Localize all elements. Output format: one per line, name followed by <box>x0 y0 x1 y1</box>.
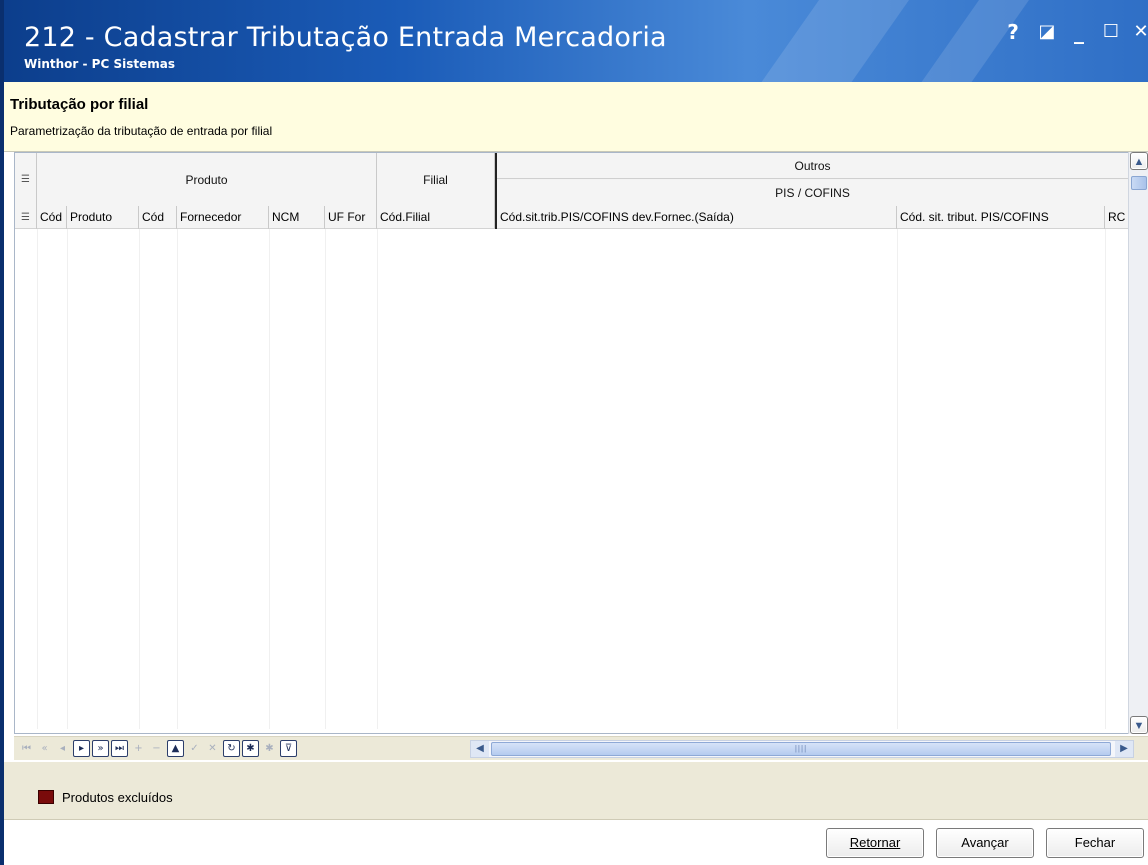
column-header-cst-pis-cofins-dev[interactable]: Cód.sit.trib.PIS/COFINS dev.Fornec.(Saíd… <box>497 206 897 229</box>
minimize-icon[interactable]: _ <box>1066 20 1092 44</box>
title-bar: 212 - Cadastrar Tributação Entrada Merca… <box>0 0 1148 82</box>
column-header-cst-pis-cofins[interactable]: Cód. sit. tribut. PIS/COFINS <box>897 206 1105 229</box>
window-title: 212 - Cadastrar Tributação Entrada Merca… <box>24 22 667 53</box>
column-header-cod-produto[interactable]: Cód <box>37 206 67 229</box>
grid-line <box>269 229 270 729</box>
avancar-button-label: Avançar <box>961 835 1009 850</box>
bookmark-icon[interactable]: ✱ <box>242 740 259 757</box>
column-header-ncm[interactable]: NCM <box>269 206 325 229</box>
fechar-button-label: Fechar <box>1074 835 1116 850</box>
data-grid[interactable]: ☰ Produto Filial Outros PIS / COFINS ☰ C… <box>14 152 1128 734</box>
scroll-down-icon[interactable]: ▼ <box>1130 716 1148 734</box>
help-icon[interactable]: ? <box>1000 20 1026 44</box>
scroll-right-icon[interactable]: ▶ <box>1115 741 1133 757</box>
column-header-cod-fornecedor[interactable]: Cód <box>139 206 177 229</box>
legend-panel: Produtos excluídos <box>4 762 1148 820</box>
column-header-uf-fornecedor[interactable]: UF For <box>325 206 377 229</box>
column-header-rc[interactable]: RC <box>1105 206 1128 229</box>
grid-line <box>67 229 68 729</box>
window-subtitle: Winthor - PC Sistemas <box>24 57 175 71</box>
grid-line <box>897 229 898 729</box>
post-icon[interactable]: ✓ <box>186 740 203 757</box>
legend-color-swatch <box>38 790 54 804</box>
band-pis-cofins[interactable]: PIS / COFINS <box>497 180 1128 206</box>
info-panel: Tributação por filial Parametrização da … <box>4 82 1148 152</box>
title-bar-decoration <box>734 0 924 82</box>
horizontal-scrollbar[interactable]: ◀ |||| ▶ <box>470 740 1134 758</box>
prior-record-icon[interactable]: ◂ <box>54 740 71 757</box>
column-header-cod-filial[interactable]: Cód.Filial <box>377 206 495 229</box>
retornar-button[interactable]: Retornar <box>826 828 924 858</box>
edit-icon[interactable]: ▲ <box>167 740 184 757</box>
grid-line <box>37 229 38 729</box>
maximize-icon[interactable]: ☐ <box>1098 20 1124 44</box>
grid-line <box>325 229 326 729</box>
grid-line <box>377 229 378 729</box>
fixed-column-separator <box>495 153 497 229</box>
band-header-row: ☰ Produto Filial Outros PIS / COFINS <box>15 153 1128 206</box>
column-header-fornecedor[interactable]: Fornecedor <box>177 206 269 229</box>
column-customize-icon[interactable]: ☰ <box>15 206 37 229</box>
grid-line <box>139 229 140 729</box>
scroll-up-icon[interactable]: ▲ <box>1130 152 1148 170</box>
section-description: Parametrização da tributação de entrada … <box>10 124 273 138</box>
goto-bookmark-icon[interactable]: ✱ <box>261 740 278 757</box>
restore-icon[interactable]: ◪ <box>1034 20 1060 44</box>
column-customize-icon[interactable]: ☰ <box>15 153 37 206</box>
band-outros[interactable]: Outros <box>497 153 1128 179</box>
window-border <box>0 82 4 865</box>
fechar-button[interactable]: Fechar <box>1046 828 1144 858</box>
horizontal-scroll-thumb[interactable]: |||| <box>491 742 1111 756</box>
grid-navigator: ⏮ « ◂ ▸ » ⏭ + − ▲ ✓ ✕ ↻ ✱ ✱ ⊽ ◀ |||| ▶ <box>14 736 1148 760</box>
column-header-produto[interactable]: Produto <box>67 206 139 229</box>
grid-line <box>177 229 178 729</box>
avancar-button[interactable]: Avançar <box>936 828 1034 858</box>
footer-bar: Retornar Avançar Fechar <box>0 820 1144 865</box>
scroll-thumb[interactable] <box>1131 176 1147 190</box>
close-icon[interactable]: ✕ <box>1128 20 1148 44</box>
band-filial[interactable]: Filial <box>377 153 495 206</box>
first-record-icon[interactable]: ⏮ <box>18 740 35 757</box>
retornar-button-label: Retornar <box>849 835 901 850</box>
section-title: Tributação por filial <box>10 96 149 113</box>
legend-label: Produtos excluídos <box>62 790 173 805</box>
prior-page-icon[interactable]: « <box>36 740 53 757</box>
refresh-icon[interactable]: ↻ <box>223 740 240 757</box>
next-record-icon[interactable]: ▸ <box>73 740 90 757</box>
next-page-icon[interactable]: » <box>92 740 109 757</box>
vertical-scrollbar[interactable]: ▲ ▼ <box>1128 152 1148 734</box>
band-produto[interactable]: Produto <box>37 153 377 206</box>
column-header-row: ☰ Cód Produto Cód Fornecedor NCM UF For … <box>15 206 1128 229</box>
insert-icon[interactable]: + <box>130 740 147 757</box>
filter-icon[interactable]: ⊽ <box>280 740 297 757</box>
grid-line <box>1105 229 1106 729</box>
scroll-left-icon[interactable]: ◀ <box>471 741 489 757</box>
delete-icon[interactable]: − <box>148 740 165 757</box>
cancel-icon[interactable]: ✕ <box>204 740 221 757</box>
last-record-icon[interactable]: ⏭ <box>111 740 128 757</box>
